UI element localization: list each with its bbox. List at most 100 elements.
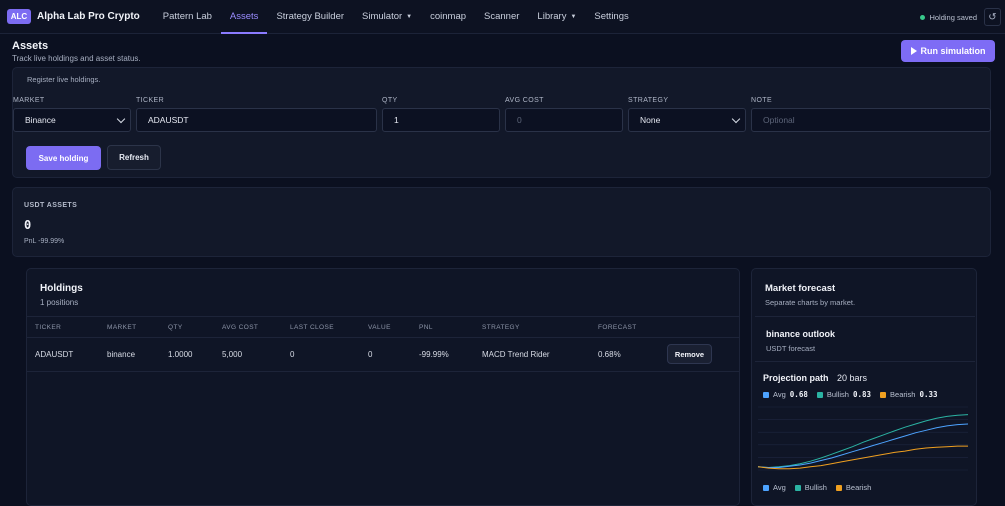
- refresh-button[interactable]: Refresh: [107, 145, 161, 170]
- legend-bullish: Bullish: [794, 483, 827, 492]
- app-brand: Alpha Lab Pro Crypto: [37, 11, 140, 22]
- column-header: FORECAST: [598, 324, 637, 331]
- legend-bearish: Bearish 0.33: [880, 390, 938, 399]
- save-holding-label: Save holding: [38, 153, 89, 163]
- holdings-table-header: TICKER MARKET QTY AVG COST LAST CLOSE VA…: [27, 316, 739, 338]
- caret-down-icon: ▼: [570, 13, 577, 20]
- nav-links: Pattern Lab Assets Strategy Builder Simu…: [154, 0, 638, 34]
- forecast-subtitle: Separate charts by market.: [765, 298, 856, 307]
- refresh-label: Refresh: [119, 153, 149, 162]
- legend-swatch: [794, 484, 801, 491]
- reload-icon: ↺: [988, 11, 997, 23]
- avg-cost-input[interactable]: 0: [505, 108, 623, 132]
- nav-link-label: Pattern Lab: [162, 11, 212, 22]
- nav-link-pattern-lab[interactable]: Pattern Lab: [154, 0, 221, 34]
- nav-link-label: Settings: [594, 11, 629, 22]
- projection-title: Projection path: [763, 373, 829, 383]
- market-select-value: Binance: [25, 115, 56, 125]
- projection-legend: Avg 0.68 Bullish 0.83 Bearish 0.33: [763, 390, 947, 399]
- status-dot-icon: [920, 14, 926, 20]
- nav-link-label: Simulator: [362, 11, 403, 22]
- market-select[interactable]: Binance: [13, 108, 131, 132]
- chevron-down-icon: [116, 114, 126, 124]
- usdt-assets-value: 0: [24, 218, 32, 232]
- note-input[interactable]: Optional: [751, 108, 991, 132]
- legend-value: 0.83: [852, 390, 872, 399]
- projection-chart-svg: [757, 406, 969, 471]
- play-icon: [910, 47, 917, 55]
- column-header: AVG COST: [222, 324, 259, 331]
- nav-link-label: Strategy Builder: [276, 11, 345, 22]
- page-title: Assets: [12, 40, 49, 52]
- cell-value: 0: [368, 350, 373, 359]
- nav-link-library[interactable]: Library ▼: [528, 0, 585, 34]
- column-header: MARKET: [107, 324, 137, 331]
- market-outlook: binance outlook USDT forecast: [755, 316, 975, 362]
- form-hint: Register live holdings.: [27, 75, 101, 84]
- strategy-select-value: None: [640, 115, 661, 125]
- outlook-subtitle: USDT forecast: [766, 344, 816, 353]
- market-label: MARKET: [13, 97, 45, 104]
- legend-name: Avg: [773, 390, 786, 399]
- holding-form: Register live holdings. MARKET Binance T…: [12, 67, 991, 178]
- legend-swatch: [763, 391, 769, 398]
- table-row: ADAUSDT binance 1.0000 5,000 0 0 -99.99%…: [27, 338, 739, 372]
- ticker-input-value: ADAUSDT: [148, 115, 189, 125]
- cell-strategy: MACD Trend Rider: [482, 350, 550, 359]
- qty-input[interactable]: 1: [382, 108, 500, 132]
- legend-value: 0.33: [919, 390, 938, 399]
- nav-link-simulator[interactable]: Simulator ▼: [353, 0, 421, 34]
- legend-avg: Avg 0.68: [763, 390, 808, 399]
- ticker-label: TICKER: [136, 97, 165, 104]
- legend-swatch: [880, 391, 887, 398]
- column-header: TICKER: [35, 324, 62, 331]
- nav-link-coinmap[interactable]: coinmap: [421, 0, 475, 34]
- cell-qty: 1.0000: [168, 350, 193, 359]
- usdt-assets-card: USDT ASSETS 0 PnL -99.99%: [12, 187, 991, 257]
- nav-link-scanner[interactable]: Scanner: [475, 0, 528, 34]
- chevron-down-icon: [731, 114, 741, 124]
- legend-bearish: Bearish: [835, 483, 872, 492]
- legend-bullish: Bullish 0.83: [816, 390, 872, 399]
- holdings-title: Holdings: [40, 283, 83, 294]
- avg-cost-placeholder: 0: [517, 115, 522, 125]
- strategy-select[interactable]: None: [628, 108, 746, 132]
- save-holding-button[interactable]: Save holding: [26, 146, 101, 170]
- column-header: QTY: [168, 324, 183, 331]
- reload-button[interactable]: ↺: [984, 8, 1001, 26]
- strategy-label: STRATEGY: [628, 97, 669, 104]
- holdings-count: 1 positions: [40, 298, 79, 307]
- series-line-bullish: [757, 414, 969, 469]
- usdt-assets-pnl: PnL -99.99%: [24, 238, 65, 245]
- qty-input-value: 1: [394, 115, 399, 125]
- top-nav: ALC Alpha Lab Pro Crypto Pattern Lab Ass…: [0, 0, 1005, 34]
- remove-holding-button[interactable]: Remove: [667, 344, 712, 364]
- projection-chart: [756, 403, 976, 478]
- column-header: STRATEGY: [482, 324, 520, 331]
- legend-name: Bearish: [845, 483, 872, 492]
- ticker-input[interactable]: ADAUSDT: [136, 108, 377, 132]
- usdt-assets-label: USDT ASSETS: [24, 202, 78, 209]
- nav-link-strategy-builder[interactable]: Strategy Builder: [267, 0, 353, 34]
- cell-avg-cost: 5,000: [222, 350, 243, 359]
- nav-link-settings[interactable]: Settings: [585, 0, 637, 34]
- legend-avg: Avg: [763, 483, 786, 492]
- nav-link-label: Library: [537, 11, 567, 22]
- status-text: Holding saved: [929, 12, 977, 22]
- nav-link-label: coinmap: [430, 11, 467, 22]
- run-simulation-button[interactable]: Run simulation: [901, 40, 995, 62]
- legend-swatch: [835, 484, 842, 491]
- cell-last-close: 0: [290, 350, 295, 359]
- avg-cost-label: AVG COST: [505, 97, 544, 104]
- nav-link-assets[interactable]: Assets: [220, 0, 268, 34]
- note-placeholder: Optional: [763, 115, 795, 125]
- legend-name: Bearish: [890, 390, 916, 399]
- cell-ticker: ADAUSDT: [35, 350, 74, 359]
- projection-bars: 20 bars: [837, 373, 868, 383]
- market-forecast-panel: Market forecast Separate charts by marke…: [751, 268, 977, 506]
- qty-label: QTY: [382, 97, 398, 104]
- legend-swatch: [816, 391, 823, 398]
- chart-legend: Avg Bullish Bearish: [763, 483, 880, 492]
- legend-value: 0.68: [789, 390, 808, 399]
- remove-label: Remove: [674, 349, 705, 359]
